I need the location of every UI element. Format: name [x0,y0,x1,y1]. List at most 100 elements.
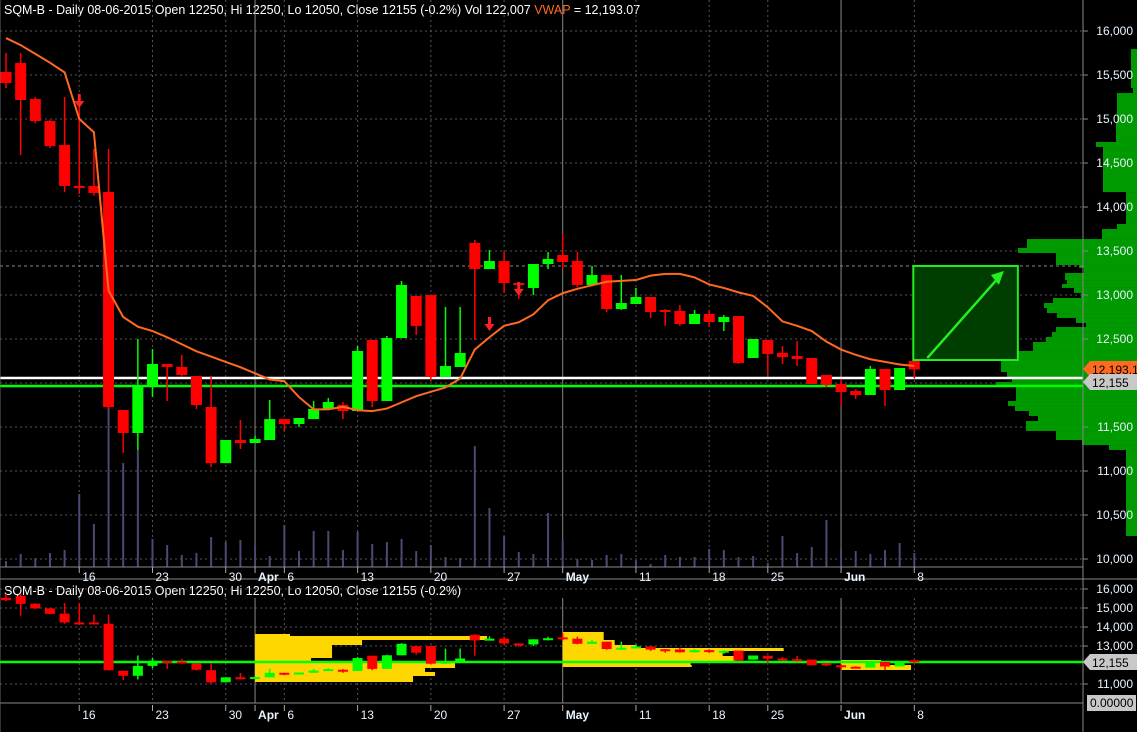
lower-volume-profile-bar [255,644,333,653]
candle-up [527,264,539,288]
candle-up [220,440,232,464]
lower-candle-down [513,643,524,646]
lower-date-label: 20 [434,708,448,722]
lower-date-label: 8 [917,708,924,722]
volume-bar [254,546,257,567]
candle-down [674,311,686,325]
lower-candle-up [587,641,597,644]
volume-bar [312,530,315,567]
candle-down [73,185,85,188]
candle-up [630,297,642,304]
volume-bar [444,557,447,567]
price-tick-label: 10,000 [1096,552,1133,566]
lower-candle-up [689,650,700,653]
lower-candle-down [557,637,568,640]
candle-down [278,419,290,425]
candle-down [425,295,437,378]
candle-down [0,72,12,84]
lower-candle-down [572,638,583,644]
volume-bar [283,525,286,567]
volume-bar [415,551,418,567]
lower-candle-down [44,608,55,614]
candle-up [293,418,305,425]
volume-bar [576,558,579,567]
volume-bar [913,553,916,567]
lower-candle-down [469,634,480,641]
lower-candle-down [411,646,422,653]
lower-date-label: 6 [287,708,294,722]
lower-candle-up [294,672,304,675]
lower-close-price-tag-text: 12,155 [1092,656,1129,670]
date-label: 8 [917,570,924,584]
candle-down [835,383,847,392]
volume-bar [796,553,799,567]
lower-candle-up [543,638,554,641]
lower-volume-profile-bar [255,636,488,640]
lower-candle-up [308,670,319,673]
lower-candle-down [704,650,715,653]
candle-down [733,316,744,364]
volume-bar [473,446,476,567]
lower-candle-up [455,658,466,662]
volume-profile-bar [1086,322,1137,328]
volume-bar [459,558,462,567]
lower-zero-tag-text: 0.00000 [1090,696,1134,710]
candle-down [498,261,510,284]
volume-bar [122,463,125,567]
volume-profile-bar [1133,88,1137,94]
volume-profile-bar [1008,401,1137,406]
volume-bar [371,544,374,567]
volume-bar [547,512,550,567]
lower-candle-down [806,659,817,666]
candle-down [645,297,657,312]
volume-bar [341,550,344,567]
volume-bar [825,519,828,567]
lower-volume-profile-bar [255,639,363,645]
candle-down [557,254,569,262]
candle-up [381,338,393,402]
volume-bar [737,557,740,567]
lower-date-label: 23 [156,708,170,722]
lower-candle-down [880,661,890,667]
lower-date-label: Apr [258,708,279,722]
volume-bar [517,551,520,567]
volume-bar [840,547,843,567]
lower-volume-profile-bar [562,655,736,661]
date-label: Apr [258,570,279,584]
volume-bar [327,530,330,567]
lower-candle-up [132,665,143,676]
price-tick-label: 16,000 [1096,24,1133,38]
candle-down [879,369,891,391]
lower-price-tick-label: 16,000 [1096,582,1133,596]
volume-bar [151,539,154,567]
lower-candle-down [191,663,202,670]
lower-candle-down [59,613,70,623]
date-label: 16 [82,570,96,584]
lower-candle-down [162,660,173,663]
lower-date-label: 30 [229,708,243,722]
volume-bar [722,550,725,567]
price-chart[interactable]: 16,000 15,500 15,000 14,500 14,000 13,500 13,0… [0,0,1137,732]
volume-bar [591,560,593,567]
lower-volume-profile-bar [562,647,784,651]
candle-up [894,368,906,391]
volume-profile-bar [1007,355,1137,361]
volume-bar [34,558,37,567]
volume-bar [224,541,227,567]
volume-bar [268,555,271,567]
candle-down [820,374,832,386]
candle-down [29,99,41,122]
candle-down [44,121,56,147]
lower-price-tick-label: 11,000 [1097,677,1133,691]
lower-candle-up [323,669,334,672]
volume-profile-bar [1082,440,1137,446]
candle-up [147,363,158,387]
candle-up [132,386,144,433]
volume-profile-bar [1079,264,1137,268]
lower-date-label: 11 [639,708,652,722]
volume-bar [107,407,110,567]
candle-down [762,339,774,354]
candle-down [88,185,100,194]
volume-bar [210,537,213,567]
candle-down [410,295,422,326]
